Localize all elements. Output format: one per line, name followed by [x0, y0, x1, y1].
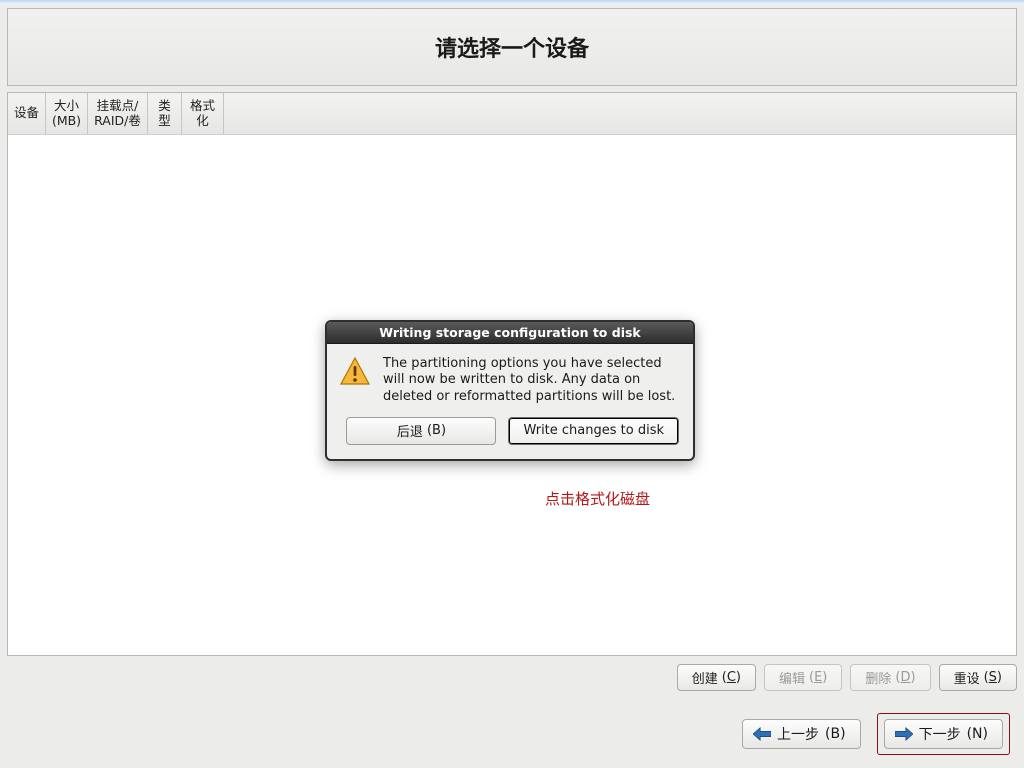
edit-button-paren: (E) [809, 670, 827, 685]
col-mount-l1: 挂载点/ [97, 99, 139, 113]
annotation-click-format: 点击格式化磁盘 [545, 488, 650, 509]
partition-toolbar: 创建 (C) 编辑 (E) 删除 (D) 重设 (S) [7, 660, 1017, 694]
dialog-body: The partitioning options you have select… [327, 344, 693, 413]
create-button-label: 创建 [692, 668, 718, 687]
dialog-back-button[interactable]: 后退 (B) [346, 417, 496, 445]
wizard-nav: 上一步 (B) 下一步 (N) [0, 714, 1024, 754]
write-storage-dialog: Writing storage configuration to disk Th… [325, 320, 695, 461]
dialog-buttons: 后退 (B) Write changes to disk [327, 413, 693, 459]
page-title: 请选择一个设备 [435, 31, 589, 63]
delete-button-key: D [900, 670, 910, 685]
back-button-key: B [831, 726, 841, 742]
back-button[interactable]: 上一步 (B) [742, 719, 861, 749]
window-top-strip [0, 0, 1024, 6]
arrow-right-icon [895, 727, 913, 741]
reset-button-paren: (S) [984, 670, 1002, 685]
next-button-key: N [972, 726, 982, 742]
dialog-title: Writing storage configuration to disk [327, 322, 693, 344]
dialog-back-label: 后退 [397, 421, 423, 440]
reset-button-label: 重设 [954, 668, 980, 687]
col-size-l1: 大小 [54, 99, 79, 113]
col-size-l2: (MB) [52, 114, 81, 128]
next-button[interactable]: 下一步 (N) [884, 719, 1003, 749]
write-changes-rest: rite changes to disk [536, 423, 664, 438]
delete-button-paren: (D) [895, 670, 915, 685]
col-size[interactable]: 大小 (MB) [46, 93, 88, 134]
edit-button: 编辑 (E) [764, 664, 842, 691]
warning-icon [339, 356, 371, 388]
edit-button-label: 编辑 [779, 668, 805, 687]
dialog-back-paren: (B) [423, 423, 446, 438]
col-mount[interactable]: 挂载点/ RAID/卷 [88, 93, 148, 134]
page-title-box: 请选择一个设备 [7, 8, 1017, 86]
next-button-highlight: 下一步 (N) [877, 713, 1010, 755]
back-button-paren: (B) [825, 726, 846, 742]
create-button-paren: (C) [722, 670, 741, 685]
next-button-label: 下一步 [919, 724, 961, 744]
back-button-label: 上一步 [777, 724, 819, 744]
dialog-message: The partitioning options you have select… [383, 356, 679, 405]
col-type[interactable]: 类型 [148, 93, 182, 134]
col-device[interactable]: 设备 [8, 93, 46, 134]
delete-button: 删除 (D) [850, 664, 930, 691]
create-button-key: C [727, 670, 736, 685]
device-table-header: 设备 大小 (MB) 挂载点/ RAID/卷 类型 格式化 [8, 93, 1016, 135]
write-changes-key: W [523, 423, 535, 438]
col-mount-l2: RAID/卷 [94, 114, 141, 128]
arrow-left-icon [753, 727, 771, 741]
next-button-paren: (N) [967, 726, 988, 742]
reset-button-key: S [989, 670, 997, 685]
reset-button[interactable]: 重设 (S) [939, 664, 1017, 691]
edit-button-key: E [814, 670, 822, 685]
col-format[interactable]: 格式化 [182, 93, 224, 134]
create-button[interactable]: 创建 (C) [677, 664, 756, 691]
dialog-back-key: B [432, 423, 441, 438]
delete-button-label: 删除 [865, 668, 891, 687]
write-changes-button[interactable]: Write changes to disk [508, 417, 679, 445]
